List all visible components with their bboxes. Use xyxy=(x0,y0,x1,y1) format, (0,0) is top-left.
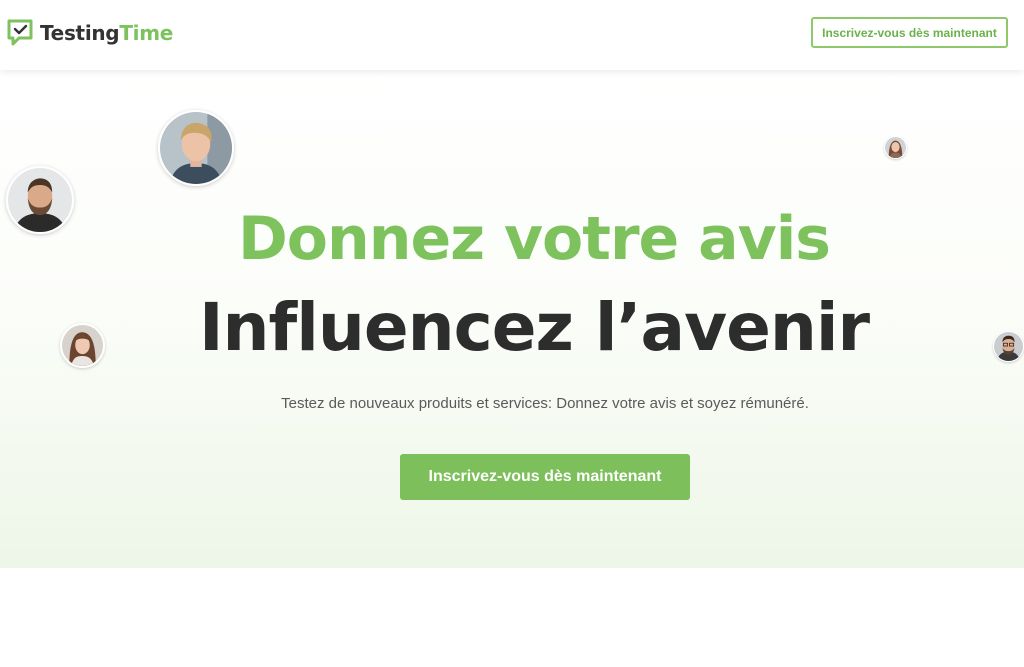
hero-subtitle: Testez de nouveaux produits et services:… xyxy=(281,395,809,412)
logo-text-time: Time xyxy=(119,21,174,45)
chat-check-icon xyxy=(6,18,34,48)
hero-headline-line2: Influencez l’avenir xyxy=(198,289,870,366)
logo-text-testing: Testing xyxy=(40,21,120,45)
top-navigation-bar: TestingTime Inscrivez-vous dès maintenan… xyxy=(0,0,1024,70)
header-signup-button[interactable]: Inscrivez-vous dès maintenant xyxy=(811,17,1008,48)
hero-signup-button[interactable]: Inscrivez-vous dès maintenant xyxy=(400,454,690,500)
avatar-blond-man xyxy=(158,110,234,186)
page-content-below xyxy=(0,568,1024,667)
testingtime-logo[interactable]: TestingTime xyxy=(6,18,173,48)
avatar-small-woman xyxy=(884,136,907,159)
hero-headline-line1: Donnez votre avis xyxy=(237,204,831,274)
logo-text: TestingTime xyxy=(40,18,173,48)
